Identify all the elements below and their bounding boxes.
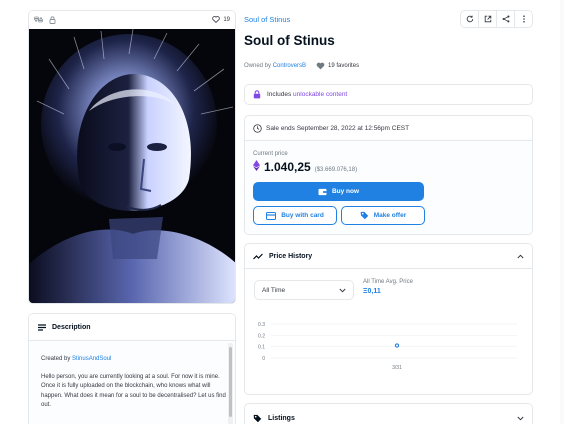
chart-ytick-label: 0.2 bbox=[258, 333, 265, 339]
unlockable-content-card: Includes unlockable content bbox=[244, 84, 533, 105]
trend-line-icon bbox=[253, 253, 263, 260]
favorite-button[interactable]: 19 bbox=[212, 16, 230, 23]
lock-icon bbox=[49, 15, 56, 24]
share-icon bbox=[502, 15, 509, 23]
image-card: 19 bbox=[28, 10, 236, 304]
owner-link[interactable]: ControversB bbox=[273, 63, 306, 69]
description-title: Description bbox=[52, 323, 91, 331]
chart-data-point[interactable] bbox=[394, 343, 400, 348]
more-vertical-icon bbox=[522, 15, 525, 23]
owned-by-label: Owned by bbox=[244, 63, 272, 69]
time-range-select[interactable]: All Time bbox=[254, 280, 354, 300]
buy-with-card-button[interactable]: Buy with card bbox=[253, 206, 337, 225]
created-by-label: Created by bbox=[41, 356, 71, 362]
description-header[interactable]: Description bbox=[29, 314, 235, 341]
collection-link[interactable]: Soul of Stinus bbox=[244, 15, 290, 24]
avg-price-label: All Time Avg. Price bbox=[363, 279, 413, 285]
lock-purple-icon bbox=[253, 90, 261, 99]
refresh-icon bbox=[466, 15, 473, 23]
sale-header: Sale ends September 28, 2022 at 12:56pm … bbox=[245, 116, 532, 141]
unlockable-prefix: Includes bbox=[267, 91, 292, 98]
current-price: 1.040,25 bbox=[264, 160, 311, 174]
refresh-button[interactable] bbox=[461, 11, 479, 27]
page-scrollbar[interactable] bbox=[560, 0, 564, 424]
creator-link[interactable]: StinusAndSoul bbox=[72, 356, 111, 362]
share-button[interactable] bbox=[497, 11, 515, 27]
tag-icon bbox=[360, 211, 369, 220]
favorite-count: 19 bbox=[223, 16, 230, 23]
price-history-chart: 0.3 0.2 0.1 0 3/31 bbox=[258, 322, 517, 371]
chart-xtick-label: 3/31 bbox=[392, 365, 402, 371]
listings-title: Listings bbox=[268, 414, 295, 422]
nft-image[interactable] bbox=[29, 29, 236, 304]
current-price-label: Current price bbox=[253, 151, 288, 157]
chart-ytick-label: 0 bbox=[262, 356, 265, 362]
heart-outline-icon bbox=[212, 16, 221, 23]
heart-filled-icon bbox=[316, 62, 325, 70]
external-link-button[interactable] bbox=[479, 11, 497, 27]
chain-icon bbox=[34, 16, 43, 23]
favorites-info: 19 favorites bbox=[316, 62, 359, 70]
description-body: Created by StinusAndSoul Hello person, y… bbox=[29, 341, 235, 424]
description-lines-icon bbox=[38, 323, 46, 331]
credit-card-icon bbox=[266, 211, 277, 220]
item-actions bbox=[460, 10, 533, 28]
more-options-button[interactable] bbox=[515, 11, 532, 27]
avg-price-value: Ξ0,11 bbox=[363, 288, 381, 295]
description-scrollbar[interactable] bbox=[228, 343, 233, 424]
listings-header[interactable]: Listings bbox=[244, 403, 533, 424]
eth-icon bbox=[253, 160, 260, 171]
description-scrollbar-thumb[interactable] bbox=[229, 347, 232, 417]
owner-row: Owned by ControversB 19 favorites bbox=[244, 62, 359, 70]
unlockable-link[interactable]: unlockable content bbox=[293, 91, 347, 98]
buy-with-card-label: Buy with card bbox=[281, 212, 324, 219]
image-card-header: 19 bbox=[29, 11, 235, 28]
price-history-card: Price History All Time All Time Avg. Pri… bbox=[244, 243, 533, 395]
make-offer-button[interactable]: Make offer bbox=[341, 206, 425, 225]
buy-now-label: Buy now bbox=[331, 188, 360, 195]
created-by: Created by StinusAndSoul bbox=[41, 355, 223, 365]
wallet-icon bbox=[318, 188, 327, 195]
clock-icon bbox=[253, 123, 262, 133]
sale-card: Sale ends September 28, 2022 at 12:56pm … bbox=[244, 115, 533, 235]
favorites-text: 19 favorites bbox=[328, 63, 360, 69]
price-usd: ($3.669.076,18) bbox=[314, 167, 358, 173]
chevron-down-icon[interactable] bbox=[517, 416, 524, 421]
price-history-title: Price History bbox=[269, 252, 313, 260]
sale-ends-text: Sale ends September 28, 2022 at 12:56pm … bbox=[266, 124, 410, 132]
buy-now-button[interactable]: Buy now bbox=[253, 182, 424, 201]
tag-dark-icon bbox=[253, 414, 262, 423]
description-card: Description Created by StinusAndSoul Hel… bbox=[28, 313, 236, 424]
chart-ytick-label: 0.1 bbox=[258, 345, 265, 351]
time-range-value: All Time bbox=[262, 286, 286, 294]
item-title: Soul of Stinus bbox=[244, 33, 335, 48]
chart-ytick-label: 0.3 bbox=[258, 322, 265, 328]
price-history-header[interactable]: Price History bbox=[245, 244, 532, 269]
chevron-down-icon bbox=[339, 288, 346, 292]
description-text: Hello person, you are currently looking … bbox=[41, 373, 226, 409]
external-link-icon bbox=[484, 15, 491, 23]
chevron-up-icon[interactable] bbox=[517, 254, 524, 259]
price-row: 1.040,25 ($3.669.076,18) bbox=[253, 160, 524, 174]
make-offer-label: Make offer bbox=[373, 212, 407, 219]
